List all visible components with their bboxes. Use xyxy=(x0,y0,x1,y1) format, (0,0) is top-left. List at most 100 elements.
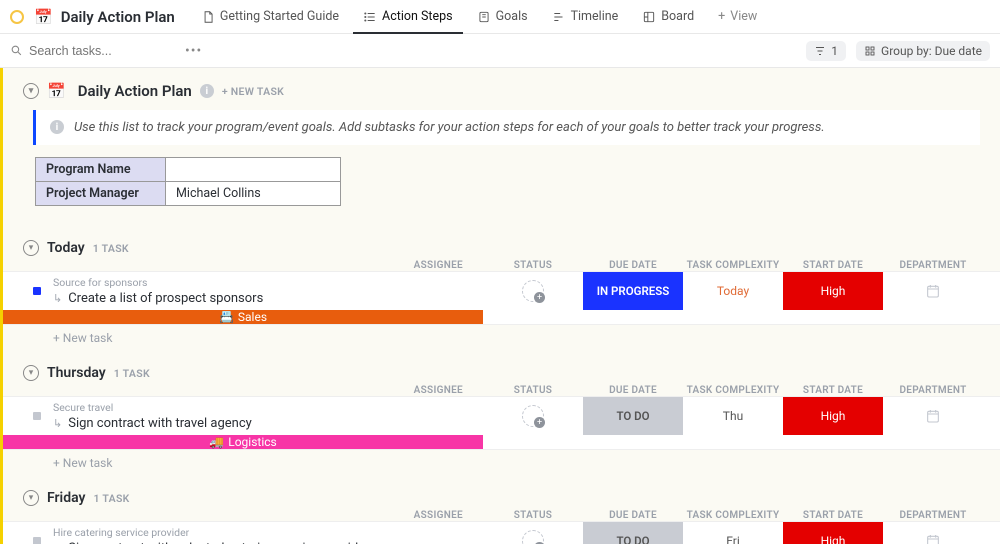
list-icon xyxy=(363,10,377,24)
group-header: ▾Friday1 TASK xyxy=(3,472,1000,510)
tab-label: Action Steps xyxy=(382,9,453,24)
assign-avatar-icon[interactable] xyxy=(522,405,544,427)
collapse-toggle[interactable]: ▾ xyxy=(23,365,39,381)
group-title: Today xyxy=(47,240,85,256)
search-input[interactable] xyxy=(29,44,169,58)
add-view-label: View xyxy=(730,9,757,24)
overflow-menu[interactable]: ••• xyxy=(179,43,208,59)
subtask-icon: ↳ xyxy=(53,417,62,430)
start-date-cell[interactable] xyxy=(883,272,983,310)
col-due-date: DUE DATE xyxy=(583,510,683,521)
task-parent: Hire catering service provider xyxy=(53,526,483,539)
start-date-cell[interactable] xyxy=(883,522,983,544)
tab-timeline[interactable]: Timeline xyxy=(542,0,629,34)
col-assignee: ASSIGNEE xyxy=(3,260,483,271)
filter-button[interactable]: 1 xyxy=(806,41,846,61)
status-square-icon[interactable] xyxy=(33,412,41,420)
task-row[interactable]: Secure travel↳Sign contract with travel … xyxy=(3,396,1000,450)
status-cell[interactable]: TO DO xyxy=(583,522,683,544)
tab-action-steps[interactable]: Action Steps xyxy=(353,0,463,34)
task-main: Secure travel↳Sign contract with travel … xyxy=(3,397,483,435)
task-main: Hire catering service provider↳Sign cont… xyxy=(3,522,483,544)
col-complexity: TASK COMPLEXITY xyxy=(683,385,783,396)
toolbar: ••• 1 Group by: Due date xyxy=(0,34,1000,68)
assignee-cell[interactable] xyxy=(483,397,583,435)
task-main: Source for sponsors↳Create a list of pro… xyxy=(3,272,483,310)
col-status: STATUS xyxy=(483,260,583,271)
due-date-cell[interactable]: Thu xyxy=(683,397,783,435)
filter-icon xyxy=(814,45,826,57)
info-icon: i xyxy=(50,120,64,134)
col-start-date: START DATE xyxy=(783,260,883,271)
column-headers: ASSIGNEESTATUSDUE DATETASK COMPLEXITYSTA… xyxy=(3,385,1000,396)
search-icon xyxy=(10,44,23,57)
collapse-toggle[interactable]: ▾ xyxy=(23,83,39,99)
group-count: 1 TASK xyxy=(114,367,150,380)
task-row[interactable]: Hire catering service provider↳Sign cont… xyxy=(3,521,1000,544)
assignee-cell[interactable] xyxy=(483,272,583,310)
col-complexity: TASK COMPLEXITY xyxy=(683,260,783,271)
task-title[interactable]: ↳Create a list of prospect sponsors xyxy=(53,291,483,306)
collapse-toggle[interactable]: ▾ xyxy=(23,490,39,506)
assign-avatar-icon[interactable] xyxy=(522,530,544,544)
status-cell[interactable]: TO DO xyxy=(583,397,683,435)
complexity-cell[interactable]: High xyxy=(783,397,883,435)
filter-count: 1 xyxy=(831,44,838,58)
add-view-button[interactable]: + View xyxy=(708,0,767,34)
info-table: Program Name Project Manager Michael Col… xyxy=(35,157,341,206)
column-headers: ASSIGNEESTATUSDUE DATETASK COMPLEXITYSTA… xyxy=(3,510,1000,521)
col-complexity: TASK COMPLEXITY xyxy=(683,510,783,521)
tab-goals[interactable]: Goals xyxy=(467,0,538,34)
search-container xyxy=(10,44,169,58)
group-by-button[interactable]: Group by: Due date xyxy=(856,41,990,61)
status-cell[interactable]: IN PROGRESS xyxy=(583,272,683,310)
group-header: ▾ Today 1 TASK xyxy=(3,222,1000,260)
task-row[interactable]: Source for sponsors↳Create a list of pro… xyxy=(3,271,1000,325)
page-title: Daily Action Plan xyxy=(61,8,175,26)
section-title: Daily Action Plan xyxy=(78,82,192,100)
column-headers: ASSIGNEESTATUSDUE DATETASK COMPLEXITYSTA… xyxy=(3,260,1000,271)
tab-board[interactable]: Board xyxy=(632,0,704,34)
home-icon[interactable] xyxy=(10,10,24,24)
department-cell[interactable]: 📇Sales xyxy=(3,310,483,324)
status-square-icon[interactable] xyxy=(33,537,41,544)
program-name-key: Program Name xyxy=(36,158,166,182)
group-count: 1 TASK xyxy=(93,242,129,255)
calendar-icon: 📅 xyxy=(34,8,53,26)
col-assignee: ASSIGNEE xyxy=(3,385,483,396)
new-task-button[interactable]: + NEW TASK xyxy=(222,85,284,98)
section-header: ▾ 📅 Daily Action Plan i + NEW TASK xyxy=(3,76,1000,106)
collapse-toggle[interactable]: ▾ xyxy=(23,240,39,256)
new-task-button[interactable]: + New task xyxy=(3,325,1000,347)
callout: i Use this list to track your program/ev… xyxy=(33,110,980,145)
complexity-cell[interactable]: High xyxy=(783,522,883,544)
col-due-date: DUE DATE xyxy=(583,260,683,271)
department-emoji-icon: 🚚 xyxy=(209,435,224,449)
info-icon[interactable]: i xyxy=(200,84,214,98)
callout-text: Use this list to track your program/even… xyxy=(74,120,825,135)
assignee-cell[interactable] xyxy=(483,522,583,544)
task-title[interactable]: ↳Sign contract with travel agency xyxy=(53,416,483,431)
project-manager-key: Project Manager xyxy=(36,182,166,206)
project-manager-value[interactable]: Michael Collins xyxy=(166,182,341,206)
timeline-icon xyxy=(552,10,566,24)
due-date-cell[interactable]: Fri xyxy=(683,522,783,544)
assign-avatar-icon[interactable] xyxy=(522,280,544,302)
list-canvas: ▾ 📅 Daily Action Plan i + NEW TASK i Use… xyxy=(0,68,1000,544)
tab-label: Board xyxy=(661,9,694,24)
start-date-cell[interactable] xyxy=(883,397,983,435)
new-task-button[interactable]: + New task xyxy=(3,450,1000,472)
complexity-cell[interactable]: High xyxy=(783,272,883,310)
group-icon xyxy=(864,45,876,57)
calendar-icon: 📅 xyxy=(47,82,66,100)
col-assignee: ASSIGNEE xyxy=(3,510,483,521)
plus-icon: + xyxy=(718,9,725,24)
tab-getting-started[interactable]: Getting Started Guide xyxy=(191,0,349,34)
program-name-value[interactable] xyxy=(166,158,341,182)
group-by-label: Group by: Due date xyxy=(881,44,982,58)
subtask-icon: ↳ xyxy=(53,292,62,305)
department-cell[interactable]: 🚚Logistics xyxy=(3,435,483,449)
due-date-cell[interactable]: Today xyxy=(683,272,783,310)
top-bar: 📅 Daily Action Plan Getting Started Guid… xyxy=(0,0,1000,34)
status-square-icon[interactable] xyxy=(33,287,41,295)
